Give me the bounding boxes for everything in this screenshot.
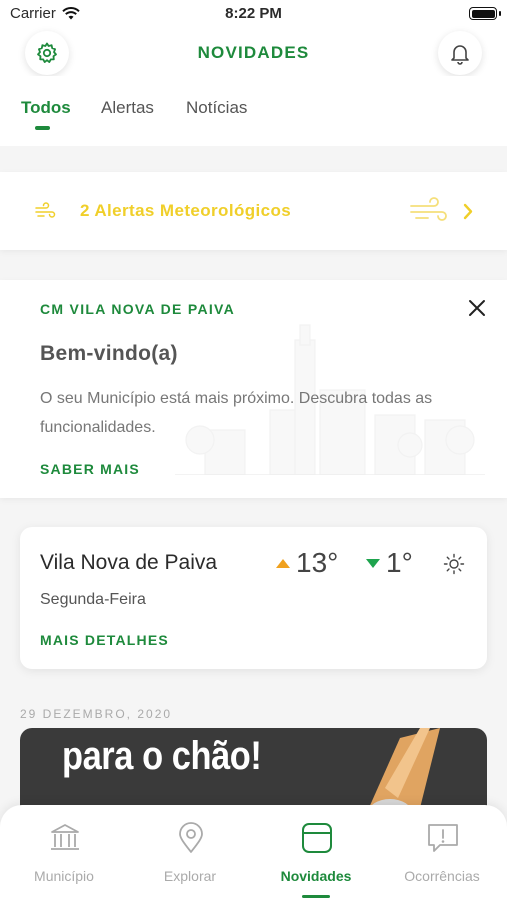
active-nav-indicator xyxy=(302,895,330,898)
nav-ocorrencias[interactable]: Ocorrências xyxy=(379,805,505,900)
tab-todos[interactable]: Todos xyxy=(21,98,71,118)
town-hall-icon xyxy=(51,824,79,850)
min-temperature: 1° xyxy=(366,547,413,579)
location-pin-icon xyxy=(179,822,203,853)
weather-card[interactable]: Vila Nova de Paiva 13° 1° Segunda-Feira … xyxy=(20,527,487,669)
bottom-nav: Município Explorar Novidades Ocorrências xyxy=(0,805,507,900)
weather-day: Segunda-Feira xyxy=(40,591,146,608)
nav-explorar[interactable]: Explorar xyxy=(127,805,253,900)
news-headline: para o chão! xyxy=(62,734,262,778)
report-icon xyxy=(428,824,458,852)
feed-date: 29 DEZEMBRO, 2020 xyxy=(20,707,173,721)
nav-municipio[interactable]: Município xyxy=(1,805,127,900)
weather-city: Vila Nova de Paiva xyxy=(40,551,218,574)
tab-alertas[interactable]: Alertas xyxy=(101,98,154,118)
battery-cap xyxy=(499,11,501,16)
status-bar: Carrier 8:22 PM xyxy=(0,0,507,28)
arrow-up-icon xyxy=(276,558,290,568)
welcome-card: CM VILA NOVA DE PAIVA Bem-vindo(a) O seu… xyxy=(0,280,507,498)
weather-alerts-text: 2 Alertas Meteorológicos xyxy=(80,201,292,220)
tab-bar: Todos Alertas Notícias xyxy=(0,76,507,146)
welcome-title: Bem-vindo(a) xyxy=(40,342,178,365)
bell-icon xyxy=(451,45,469,65)
header: NOVIDADES xyxy=(0,28,507,76)
nav-novidades[interactable]: Novidades xyxy=(253,805,379,900)
wind-decoration-icon xyxy=(410,197,447,221)
sun-icon xyxy=(443,553,465,575)
close-icon[interactable] xyxy=(467,298,487,318)
nav-label: Município xyxy=(34,868,94,884)
chevron-right-icon xyxy=(463,203,473,220)
status-time: 8:22 PM xyxy=(225,5,282,22)
nav-label: Explorar xyxy=(163,868,217,884)
min-temperature-value: 1° xyxy=(386,547,413,578)
page-title: NOVIDADES xyxy=(197,43,310,62)
welcome-description: O seu Município está mais próximo. Descu… xyxy=(40,390,433,436)
municipality-name: CM VILA NOVA DE PAIVA xyxy=(40,301,236,317)
learn-more-link[interactable]: SABER MAIS xyxy=(40,461,140,477)
active-tab-indicator xyxy=(35,126,50,130)
battery-icon xyxy=(469,7,497,20)
weather-alerts-banner[interactable]: 2 Alertas Meteorológicos xyxy=(0,172,507,250)
news-icon xyxy=(302,823,332,853)
max-temperature-value: 13° xyxy=(296,547,339,578)
notifications-button[interactable] xyxy=(438,31,482,75)
nav-label: Ocorrências xyxy=(404,868,480,884)
wind-icon xyxy=(35,202,56,218)
arrow-down-icon xyxy=(366,558,380,568)
tab-noticias[interactable]: Notícias xyxy=(186,98,247,118)
nav-label: Novidades xyxy=(280,868,352,884)
max-temperature: 13° xyxy=(276,547,338,579)
more-details-link[interactable]: MAIS DETALHES xyxy=(40,632,169,648)
